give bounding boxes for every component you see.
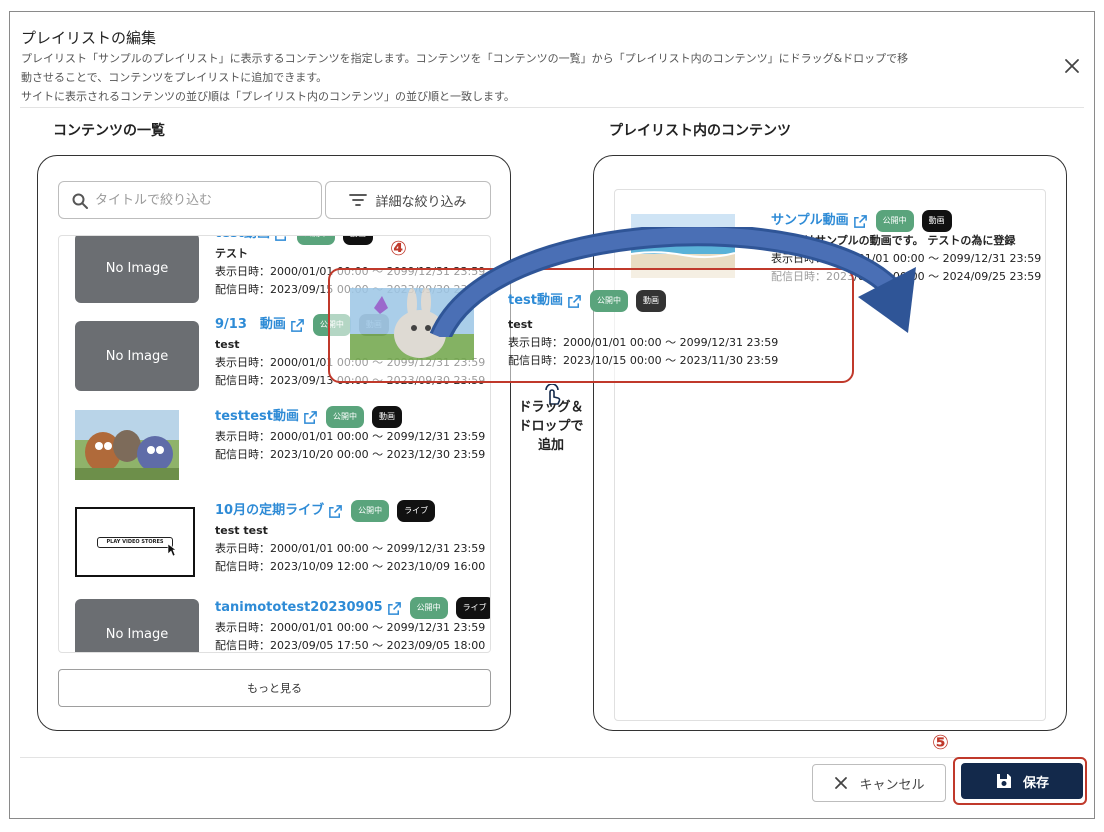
cursor-icon <box>167 543 177 557</box>
list-item-title[interactable]: 9/13 動画 <box>215 314 286 336</box>
type-badge: 動画 <box>342 236 373 245</box>
dialog-title: プレイリストの編集 <box>21 29 157 47</box>
external-link-icon[interactable] <box>328 504 343 519</box>
advanced-filter-label: 詳細な絞り込み <box>375 194 467 210</box>
cancel-label: キャンセル <box>859 777 925 793</box>
external-link-icon[interactable] <box>387 601 402 616</box>
drag-drop-caption-line: 追加 <box>537 438 564 453</box>
search-icon <box>72 193 88 209</box>
drag-drop-caption-line: ドラッグ＆ <box>518 400 584 415</box>
list-item-title-row: 10月の定期ライブ 公開中 ライブ <box>215 500 490 522</box>
dialog-description: プレイリスト「サンプルのプレイリスト」に表示するコンテンツを指定します。コンテン… <box>21 49 1051 106</box>
thumbnail-image <box>75 410 179 480</box>
list-item-title[interactable]: tanimototest20230905 <box>215 597 383 619</box>
type-badge: 動画 <box>921 210 952 232</box>
dialog-description-line: サイトに表示されるコンテンツの並び順は「プレイリスト内のコンテンツ」の並び順と一… <box>21 90 515 103</box>
status-badge: 公開中 <box>409 597 448 619</box>
thumbnail-no-image: No Image <box>75 236 199 303</box>
save-label: 保存 <box>1022 775 1049 791</box>
save-button[interactable]: 保存 <box>961 763 1083 799</box>
close-icon <box>835 777 848 789</box>
type-badge: ライブ <box>455 597 490 619</box>
status-badge: 公開中 <box>351 500 390 522</box>
list-item-delivery-date: 配信日時：2023/10/09 12:00 〜 2023/10/09 16:00 <box>215 560 486 573</box>
type-badge: 動画 <box>371 406 402 428</box>
list-item-title-row: testtest動画 公開中 動画 <box>215 406 490 428</box>
external-link-icon[interactable] <box>274 235 289 242</box>
save-icon <box>996 774 1011 788</box>
cancel-button[interactable]: キャンセル <box>812 764 946 802</box>
thumbnail-image: PLAY VIDEO STORES <box>75 507 195 577</box>
playlist-edit-dialog: プレイリストの編集 プレイリスト「サンプルのプレイリスト」に表示するコンテンツを… <box>9 11 1095 819</box>
advanced-filter-button[interactable]: 詳細な絞り込み <box>325 181 491 219</box>
status-badge: 公開中 <box>325 406 364 428</box>
list-item-display-date: 表示日時：2000/01/01 00:00 〜 2099/12/31 23:59 <box>215 542 486 555</box>
list-item[interactable]: No Image tanimototest20230905 公開中 ライブ 表示… <box>59 591 490 652</box>
content-list-heading: コンテンツの一覧 <box>53 123 165 139</box>
header-divider <box>20 107 1084 108</box>
animal-characters-image <box>75 410 179 480</box>
footer-divider <box>20 757 1084 758</box>
drag-drop-caption: ドラッグ＆ ドロップで 追加 <box>510 398 592 455</box>
dialog-description-line: 動させることで、コンテンツをプレイリストに追加できます。 <box>21 71 328 84</box>
list-item-meta: 10月の定期ライブ 公開中 ライブ test test 表示日時：2000/01… <box>215 500 490 576</box>
list-item-title[interactable]: 10月の定期ライブ <box>215 500 324 522</box>
list-item[interactable]: testtest動画 公開中 動画 表示日時：2000/01/01 00:00 … <box>59 406 490 496</box>
type-badge: ライブ <box>397 500 436 522</box>
list-item-meta: testtest動画 公開中 動画 表示日時：2000/01/01 00:00 … <box>215 406 490 464</box>
step-number-4: ④ <box>390 236 407 260</box>
dragging-item-delivery-date: 配信日時：2023/10/15 00:00 〜 2023/11/30 23:59 <box>508 354 779 367</box>
list-item-title[interactable]: testtest動画 <box>215 406 299 428</box>
playlist-contents-heading: プレイリスト内のコンテンツ <box>609 123 791 139</box>
dialog-description-line: プレイリスト「サンプルのプレイリスト」に表示するコンテンツを指定します。コンテン… <box>21 52 909 65</box>
thumbnail-no-image: No Image <box>75 321 199 391</box>
list-item-subtitle: test test <box>215 524 268 537</box>
list-item-title-row: tanimototest20230905 公開中 ライブ <box>215 597 490 619</box>
thumbnail-no-image: No Image <box>75 599 199 652</box>
thumbnail-caption: PLAY VIDEO STORES <box>97 537 173 548</box>
search-input[interactable] <box>95 190 315 210</box>
list-item-delivery-date: 配信日時：2023/09/05 17:50 〜 2023/09/05 18:00 <box>215 639 486 652</box>
external-link-icon[interactable] <box>290 318 305 333</box>
close-button[interactable] <box>1062 56 1082 76</box>
list-item[interactable]: PLAY VIDEO STORES 10月の定期ライブ 公開中 ライブ test… <box>59 500 490 590</box>
status-badge: 公開中 <box>296 236 335 245</box>
dialog-header: プレイリストの編集 プレイリスト「サンプルのプレイリスト」に表示するコンテンツを… <box>21 28 1051 106</box>
list-item-title[interactable]: test動画 <box>215 236 270 245</box>
load-more-button[interactable]: もっと見る <box>58 669 491 707</box>
search-box[interactable] <box>58 181 322 219</box>
step-number-5: ⑤ <box>932 730 949 754</box>
drag-drop-caption-line: ドロップで <box>518 419 584 434</box>
list-item-display-date: 表示日時：2000/01/01 00:00 〜 2099/12/31 23:59 <box>215 430 486 443</box>
close-icon <box>1065 59 1079 73</box>
list-item-display-date: 表示日時：2000/01/01 00:00 〜 2099/12/31 23:59 <box>215 621 486 634</box>
drag-arrow-icon <box>430 227 916 337</box>
list-item-meta: tanimototest20230905 公開中 ライブ 表示日時：2000/0… <box>215 597 490 652</box>
filter-icon <box>349 194 368 206</box>
list-item-delivery-date: 配信日時：2023/10/20 00:00 〜 2023/12/30 23:59 <box>215 448 486 461</box>
external-link-icon[interactable] <box>303 410 318 425</box>
